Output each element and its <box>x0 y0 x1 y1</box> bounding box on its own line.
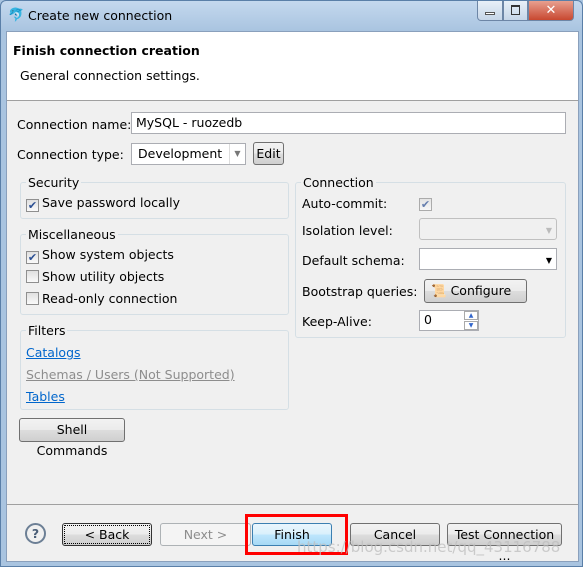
checkbox-label: Show system objects <box>42 247 174 262</box>
spin-down-icon[interactable]: ▼ <box>464 321 478 330</box>
filters-title: Filters <box>26 323 68 338</box>
read-only-connection-checkbox[interactable]: Read-only connection <box>26 291 177 306</box>
checkbox-unchecked-icon <box>26 292 39 305</box>
show-system-objects-checkbox[interactable]: ✔ Show system objects <box>26 247 174 264</box>
isolation-level-select: ▼ <box>419 218 557 240</box>
bootstrap-queries-label: Bootstrap queries: <box>302 284 418 299</box>
window-title: Create new connection <box>28 8 173 23</box>
tables-link[interactable]: Tables <box>26 389 65 404</box>
keep-alive-spinner[interactable]: 0 ▲ ▼ <box>419 310 479 331</box>
app-icon: 🐬 <box>8 8 25 23</box>
edit-type-button[interactable]: Edit <box>253 142 284 165</box>
connection-group: Connection Auto-commit: ✔ Isolation leve… <box>295 175 566 338</box>
connection-name-input[interactable]: MySQL - ruozedb <box>131 112 566 134</box>
isolation-level-label: Isolation level: <box>302 223 393 238</box>
watermark: https://blog.csdn.net/qq_43116788 <box>297 538 561 556</box>
misc-title: Miscellaneous <box>26 227 118 242</box>
chevron-down-icon: ▼ <box>229 144 245 164</box>
auto-commit-label: Auto-commit: <box>302 196 388 211</box>
page-description: General connection settings. <box>20 68 200 83</box>
checkbox-checked-icon: ✔ <box>26 251 39 264</box>
back-button[interactable]: < Back <box>62 523 152 546</box>
miscellaneous-group: Miscellaneous ✔ Show system objects Show … <box>20 227 289 315</box>
chevron-down-icon: ▼ <box>545 226 552 235</box>
save-password-label: Save password locally <box>42 195 180 210</box>
show-utility-objects-checkbox[interactable]: Show utility objects <box>26 269 164 284</box>
wizard-header: Finish connection creation General conne… <box>7 32 578 101</box>
connection-type-label: Connection type: <box>17 147 124 162</box>
checkbox-label: Read-only connection <box>42 291 178 306</box>
button-bar-divider <box>7 504 578 505</box>
maximize-button[interactable] <box>503 1 528 21</box>
dialog-window: 🐬 Create new connection ✕ Finish connect… <box>0 0 583 567</box>
security-group: Security ✔ Save password locally <box>20 175 289 219</box>
default-schema-combo[interactable]: ▼ <box>419 248 557 270</box>
schemas-users-link: Schemas / Users (Not Supported) <box>26 367 235 382</box>
configure-bootstrap-button[interactable]: 📜 Configure ... <box>424 279 527 319</box>
dialog-body: Finish connection creation General conne… <box>6 31 579 563</box>
connection-type-value: Development <box>138 146 223 161</box>
filters-group: Filters Catalogs Schemas / Users (Not Su… <box>20 323 289 410</box>
page-title: Finish connection creation <box>13 43 200 58</box>
save-password-checkbox[interactable]: ✔ Save password locally <box>26 195 180 212</box>
help-icon[interactable]: ? <box>25 523 46 544</box>
default-schema-label: Default schema: <box>302 253 405 268</box>
catalogs-link[interactable]: Catalogs <box>26 345 81 360</box>
next-button: Next > <box>160 523 251 546</box>
spin-up-icon[interactable]: ▲ <box>464 311 478 320</box>
minimize-button[interactable] <box>477 1 503 21</box>
security-title: Security <box>26 175 82 190</box>
keep-alive-value: 0 <box>424 312 432 327</box>
checkbox-checked-icon: ✔ <box>26 199 39 212</box>
script-icon: 📜 <box>431 283 447 298</box>
connection-title: Connection <box>301 175 376 190</box>
checkbox-unchecked-icon <box>26 270 39 283</box>
chevron-down-icon: ▼ <box>545 256 552 265</box>
connection-name-label: Connection name: <box>17 117 132 132</box>
keep-alive-label: Keep-Alive: <box>302 314 372 329</box>
shell-commands-button[interactable]: Shell Commands <box>19 418 125 458</box>
checkbox-label: Show utility objects <box>42 269 165 284</box>
auto-commit-checkbox[interactable]: ✔ <box>419 198 432 211</box>
close-button[interactable]: ✕ <box>528 1 574 21</box>
connection-type-select[interactable]: Development ▼ <box>131 143 246 165</box>
